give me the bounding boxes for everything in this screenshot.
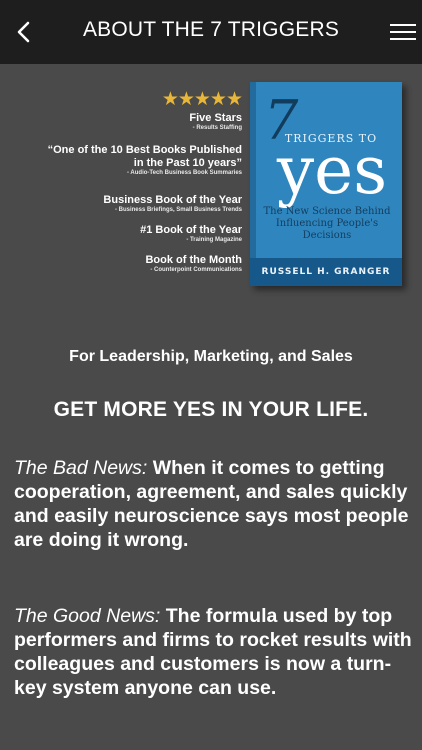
good-news-paragraph: The Good News: The formula used by top p… <box>14 605 412 699</box>
chevron-left-icon <box>17 21 30 43</box>
review-quote: Five Stars - Results Staffing <box>189 112 242 131</box>
book-cover-image: 7 TRIGGERS TO yes The New Science Behind… <box>250 82 402 286</box>
back-button[interactable] <box>6 14 42 50</box>
review-quote: Book of the Month - Counterpoint Communi… <box>145 254 242 273</box>
review-quote: Business Book of the Year - Business Bri… <box>103 194 242 213</box>
tagline: For Leadership, Marketing, and Sales <box>69 348 353 365</box>
review-quote: #1 Book of the Year - Training Magazine <box>140 224 242 243</box>
promo-banner: ★★★★★ Five Stars - Results Staffing “One… <box>0 64 422 304</box>
page-title: ABOUT THE 7 TRIGGERS <box>82 18 340 41</box>
rating-stars: ★★★★★ <box>161 89 243 110</box>
menu-button[interactable] <box>390 18 420 48</box>
review-quote: “One of the 10 Best Books Published in t… <box>47 144 242 176</box>
hamburger-menu-icon <box>390 24 416 26</box>
bad-news-paragraph: The Bad News: When it comes to getting c… <box>14 457 409 551</box>
headline: GET MORE YES IN YOUR LIFE. <box>53 398 369 421</box>
app-header: ABOUT THE 7 TRIGGERS <box>0 0 422 64</box>
